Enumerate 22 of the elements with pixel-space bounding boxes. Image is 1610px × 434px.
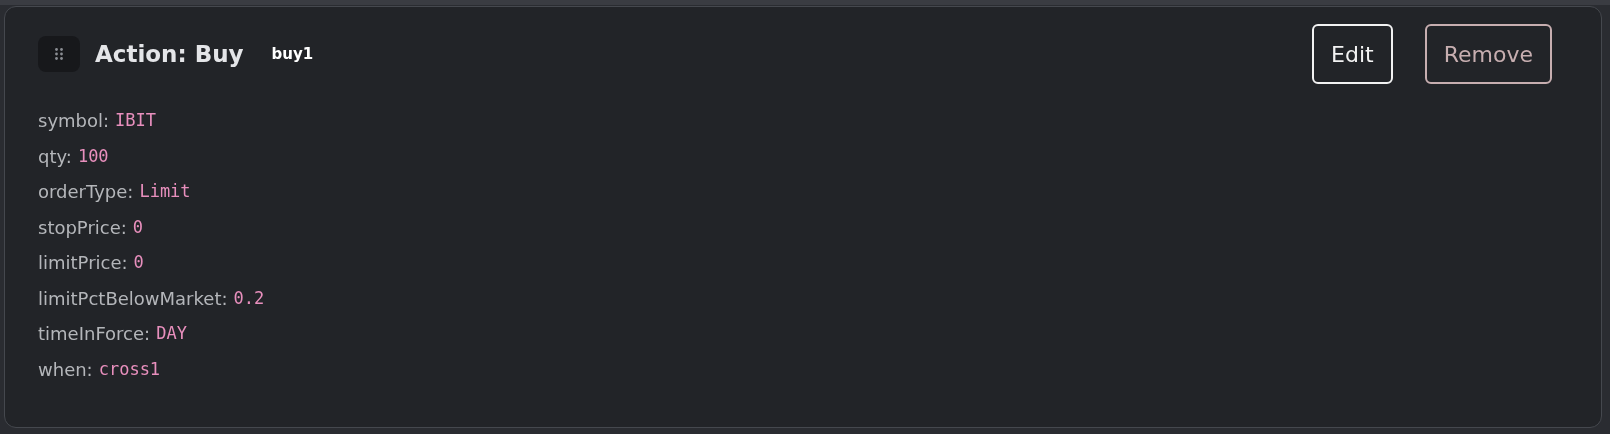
field-value: DAY: [156, 322, 187, 345]
field-label: timeInForce:: [38, 322, 151, 347]
field-label: when:: [38, 357, 93, 382]
field-value: 0.2: [233, 286, 265, 310]
field-label: symbol:: [38, 109, 110, 134]
remove-button[interactable]: Remove: [1424, 24, 1552, 84]
field-value: IBIT: [115, 109, 157, 132]
field-label: limitPctBelowMarket:: [38, 286, 228, 311]
field-label: orderType:: [38, 180, 134, 205]
field-value: 100: [77, 144, 109, 168]
drag-handle-icon: [55, 48, 63, 60]
action-id: buy1: [271, 43, 314, 65]
drag-handle[interactable]: [38, 36, 80, 72]
field-value: 0: [132, 215, 144, 239]
edit-button[interactable]: Edit: [1312, 24, 1393, 84]
card-title: Action: Buy: [95, 39, 244, 69]
field-label: qty:: [38, 144, 72, 169]
field-label: limitPrice:: [38, 251, 128, 276]
field-value: 0: [133, 251, 144, 274]
field-value: cross1: [98, 357, 161, 381]
field-label: stopPrice:: [38, 215, 127, 240]
field-value: Limit: [139, 180, 191, 203]
